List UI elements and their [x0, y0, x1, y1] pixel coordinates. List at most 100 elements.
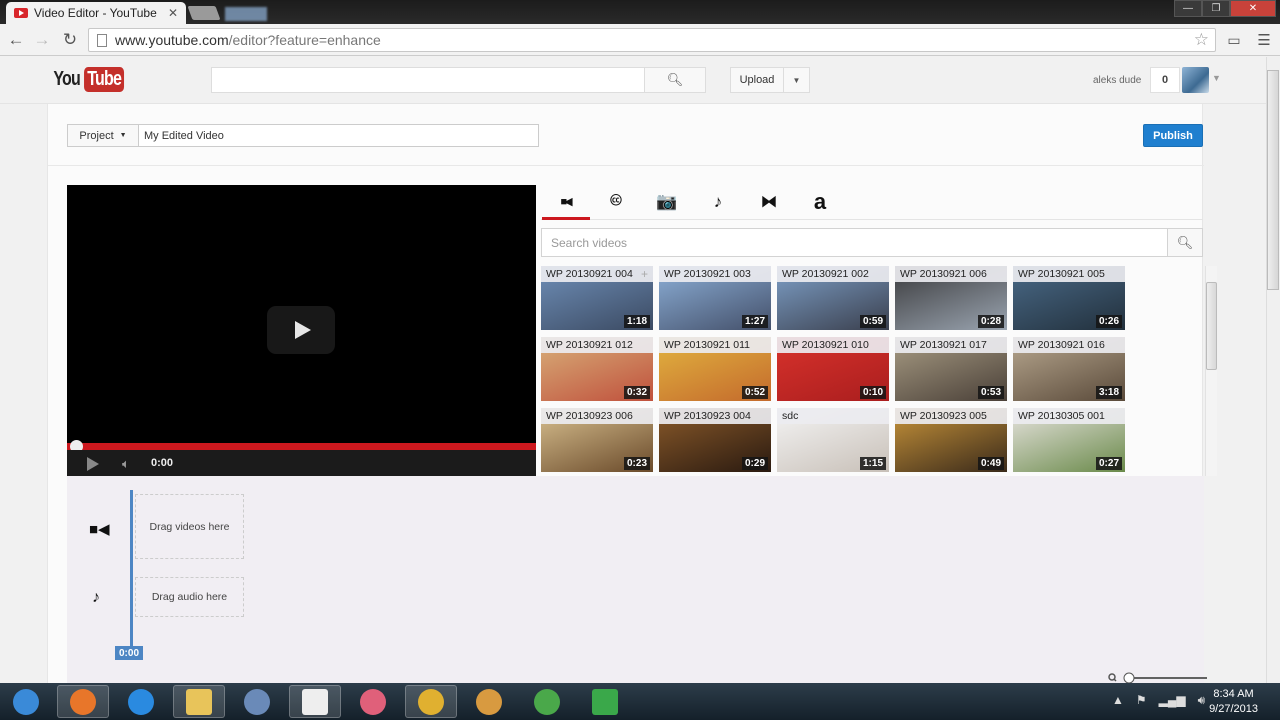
- video-thumbnail[interactable]: WP 20130305 001 0:27: [1013, 408, 1125, 472]
- audio-drop-zone[interactable]: Drag audio here: [135, 577, 244, 617]
- notification-count[interactable]: 0: [1150, 67, 1180, 93]
- internet-explorer-icon: [128, 688, 154, 715]
- project-name-input[interactable]: My Edited Video: [139, 124, 539, 147]
- volume-icon[interactable]: 🔊︎: [1198, 693, 1206, 708]
- minimize-button[interactable]: —: [1174, 0, 1202, 17]
- browser-titlebar: Video Editor - YouTube ✕ — ❐ ✕: [0, 0, 1280, 24]
- video-thumbnail[interactable]: sdc 1:15: [777, 408, 889, 472]
- project-menu-button[interactable]: Project ▼: [67, 124, 139, 147]
- video-title: WP 20130921 012: [541, 337, 653, 353]
- url-path: /editor?feature=enhance: [228, 32, 381, 48]
- timeline: ■◀ ♪ Drag videos here Drag audio here 0:…: [67, 476, 1207, 683]
- reload-icon[interactable]: ↻: [60, 30, 80, 50]
- taskbar-green-app[interactable]: [579, 685, 631, 718]
- big-play-button[interactable]: [267, 306, 335, 354]
- window-controls: — ❐ ✕: [1174, 0, 1276, 17]
- youtube-logo[interactable]: You Tube: [50, 67, 130, 92]
- upload-dropdown-button[interactable]: ▼: [783, 67, 810, 93]
- username[interactable]: aleks dude: [1093, 75, 1141, 86]
- tab-photos[interactable]: 📷: [643, 185, 691, 218]
- search-button[interactable]: 🔍︎: [644, 67, 706, 93]
- video-thumbnail[interactable]: WP 20130921 017 0:53: [895, 337, 1007, 401]
- taskbar-chrome[interactable]: [405, 685, 457, 718]
- account-caret-down-icon[interactable]: ▼: [1212, 73, 1221, 83]
- video-duration: 0:32: [623, 386, 650, 399]
- page: You Tube 🔍︎ Upload ▼ aleks dude 0 ▼ Proje…: [0, 57, 1266, 683]
- show-hidden-icons-icon[interactable]: ▲: [1112, 693, 1124, 708]
- video-search-input[interactable]: Search videos: [541, 228, 1168, 257]
- video-thumbnail[interactable]: WP 20130921 011 0:52: [659, 337, 771, 401]
- cast-icon[interactable]: ▭: [1224, 30, 1244, 50]
- tab-creative-commons[interactable]: 🅭: [592, 185, 640, 218]
- video-thumbnail[interactable]: WP 20130923 006 0:23: [541, 408, 653, 472]
- add-to-timeline-icon[interactable]: +: [641, 267, 648, 281]
- video-player[interactable]: 🔈︎ 0:00: [67, 185, 536, 476]
- video-thumbnail[interactable]: WP 20130921 002 0:59: [777, 266, 889, 330]
- taskbar-virtualbox[interactable]: [231, 685, 283, 718]
- video-duration: 1:15: [859, 457, 886, 470]
- file-explorer-icon: [186, 688, 212, 715]
- video-thumbnail[interactable]: WP 20130921 004 +1:18: [541, 266, 653, 330]
- taskbar-video-app[interactable]: [289, 685, 341, 718]
- tab-videos[interactable]: ■◀: [541, 185, 589, 218]
- browser-tab-blurred[interactable]: [225, 7, 267, 21]
- video-thumbnail[interactable]: WP 20130921 003 1:27: [659, 266, 771, 330]
- video-duration: 0:49: [977, 457, 1004, 470]
- page-scroll-thumb[interactable]: [1267, 70, 1279, 290]
- tab-text[interactable]: a: [796, 185, 844, 218]
- taskbar-file-explorer[interactable]: [173, 685, 225, 718]
- video-thumbnail[interactable]: WP 20130921 006 0:28: [895, 266, 1007, 330]
- video-duration: 1:18: [623, 315, 650, 328]
- taskbar-start-button[interactable]: [0, 685, 52, 718]
- zoom-handle[interactable]: [1123, 672, 1135, 683]
- new-tab-button[interactable]: [187, 6, 221, 20]
- player-controls: 🔈︎ 0:00: [67, 450, 536, 476]
- progress-bar[interactable]: [67, 443, 536, 450]
- video-duration: 0:29: [741, 457, 768, 470]
- video-thumbnail[interactable]: WP 20130921 010 0:10: [777, 337, 889, 401]
- video-title: WP 20130923 006: [541, 408, 653, 424]
- taskbar-wine-app[interactable]: [463, 685, 515, 718]
- video-search-button[interactable]: 🔍︎: [1167, 228, 1203, 257]
- taskbar-utorrent[interactable]: [521, 685, 573, 718]
- address-bar[interactable]: www.youtube.com/editor?feature=enhance ☆: [88, 28, 1216, 52]
- network-signal-icon[interactable]: ▂▄▆: [1159, 693, 1186, 708]
- browser-tab[interactable]: Video Editor - YouTube ✕: [6, 2, 186, 24]
- taskbar-zune[interactable]: [347, 685, 399, 718]
- upload-button[interactable]: Upload: [730, 67, 784, 93]
- playhead-line[interactable]: [130, 490, 133, 646]
- video-thumbnail[interactable]: WP 20130921 016 3:18: [1013, 337, 1125, 401]
- zoom-slider[interactable]: [1107, 672, 1212, 683]
- video-grid-scroll-thumb[interactable]: [1206, 282, 1217, 370]
- taskbar-internet-explorer[interactable]: [115, 685, 167, 718]
- forward-icon[interactable]: →: [32, 30, 52, 50]
- video-duration: 3:18: [1095, 386, 1122, 399]
- taskbar-firefox[interactable]: [57, 685, 109, 718]
- tab-transitions[interactable]: ⧓: [745, 185, 793, 218]
- back-icon[interactable]: ←: [6, 30, 26, 50]
- system-tray: ▲ ⚑ ▂▄▆ 🔊︎: [1112, 693, 1205, 708]
- search-icon: 🔍︎: [666, 72, 684, 87]
- video-duration: 0:10: [859, 386, 886, 399]
- video-app-icon: [302, 688, 328, 715]
- video-camera-icon: ■◀: [560, 196, 572, 208]
- menu-icon[interactable]: ☰: [1254, 30, 1274, 50]
- close-window-button[interactable]: ✕: [1230, 0, 1276, 17]
- clock[interactable]: 8:34 AM 9/27/2013: [1209, 687, 1258, 717]
- playhead-time[interactable]: 0:00: [115, 646, 143, 660]
- action-center-flag-icon[interactable]: ⚑: [1136, 693, 1147, 708]
- video-drop-zone[interactable]: Drag videos here: [135, 494, 244, 559]
- bookmark-star-icon[interactable]: ☆: [1194, 30, 1209, 50]
- avatar[interactable]: [1182, 67, 1209, 93]
- video-thumbnail[interactable]: WP 20130921 005 0:26: [1013, 266, 1125, 330]
- video-thumbnail[interactable]: WP 20130921 012 0:32: [541, 337, 653, 401]
- tab-close-icon[interactable]: ✕: [168, 6, 178, 20]
- volume-icon[interactable]: 🔈︎: [122, 456, 130, 472]
- search-input[interactable]: [211, 67, 645, 93]
- play-icon[interactable]: [87, 457, 99, 471]
- publish-button[interactable]: Publish: [1143, 124, 1203, 147]
- restore-button[interactable]: ❐: [1202, 0, 1230, 17]
- video-thumbnail[interactable]: WP 20130923 005 0:49: [895, 408, 1007, 472]
- video-thumbnail[interactable]: WP 20130923 004 0:29: [659, 408, 771, 472]
- tab-audio[interactable]: ♪: [694, 185, 742, 218]
